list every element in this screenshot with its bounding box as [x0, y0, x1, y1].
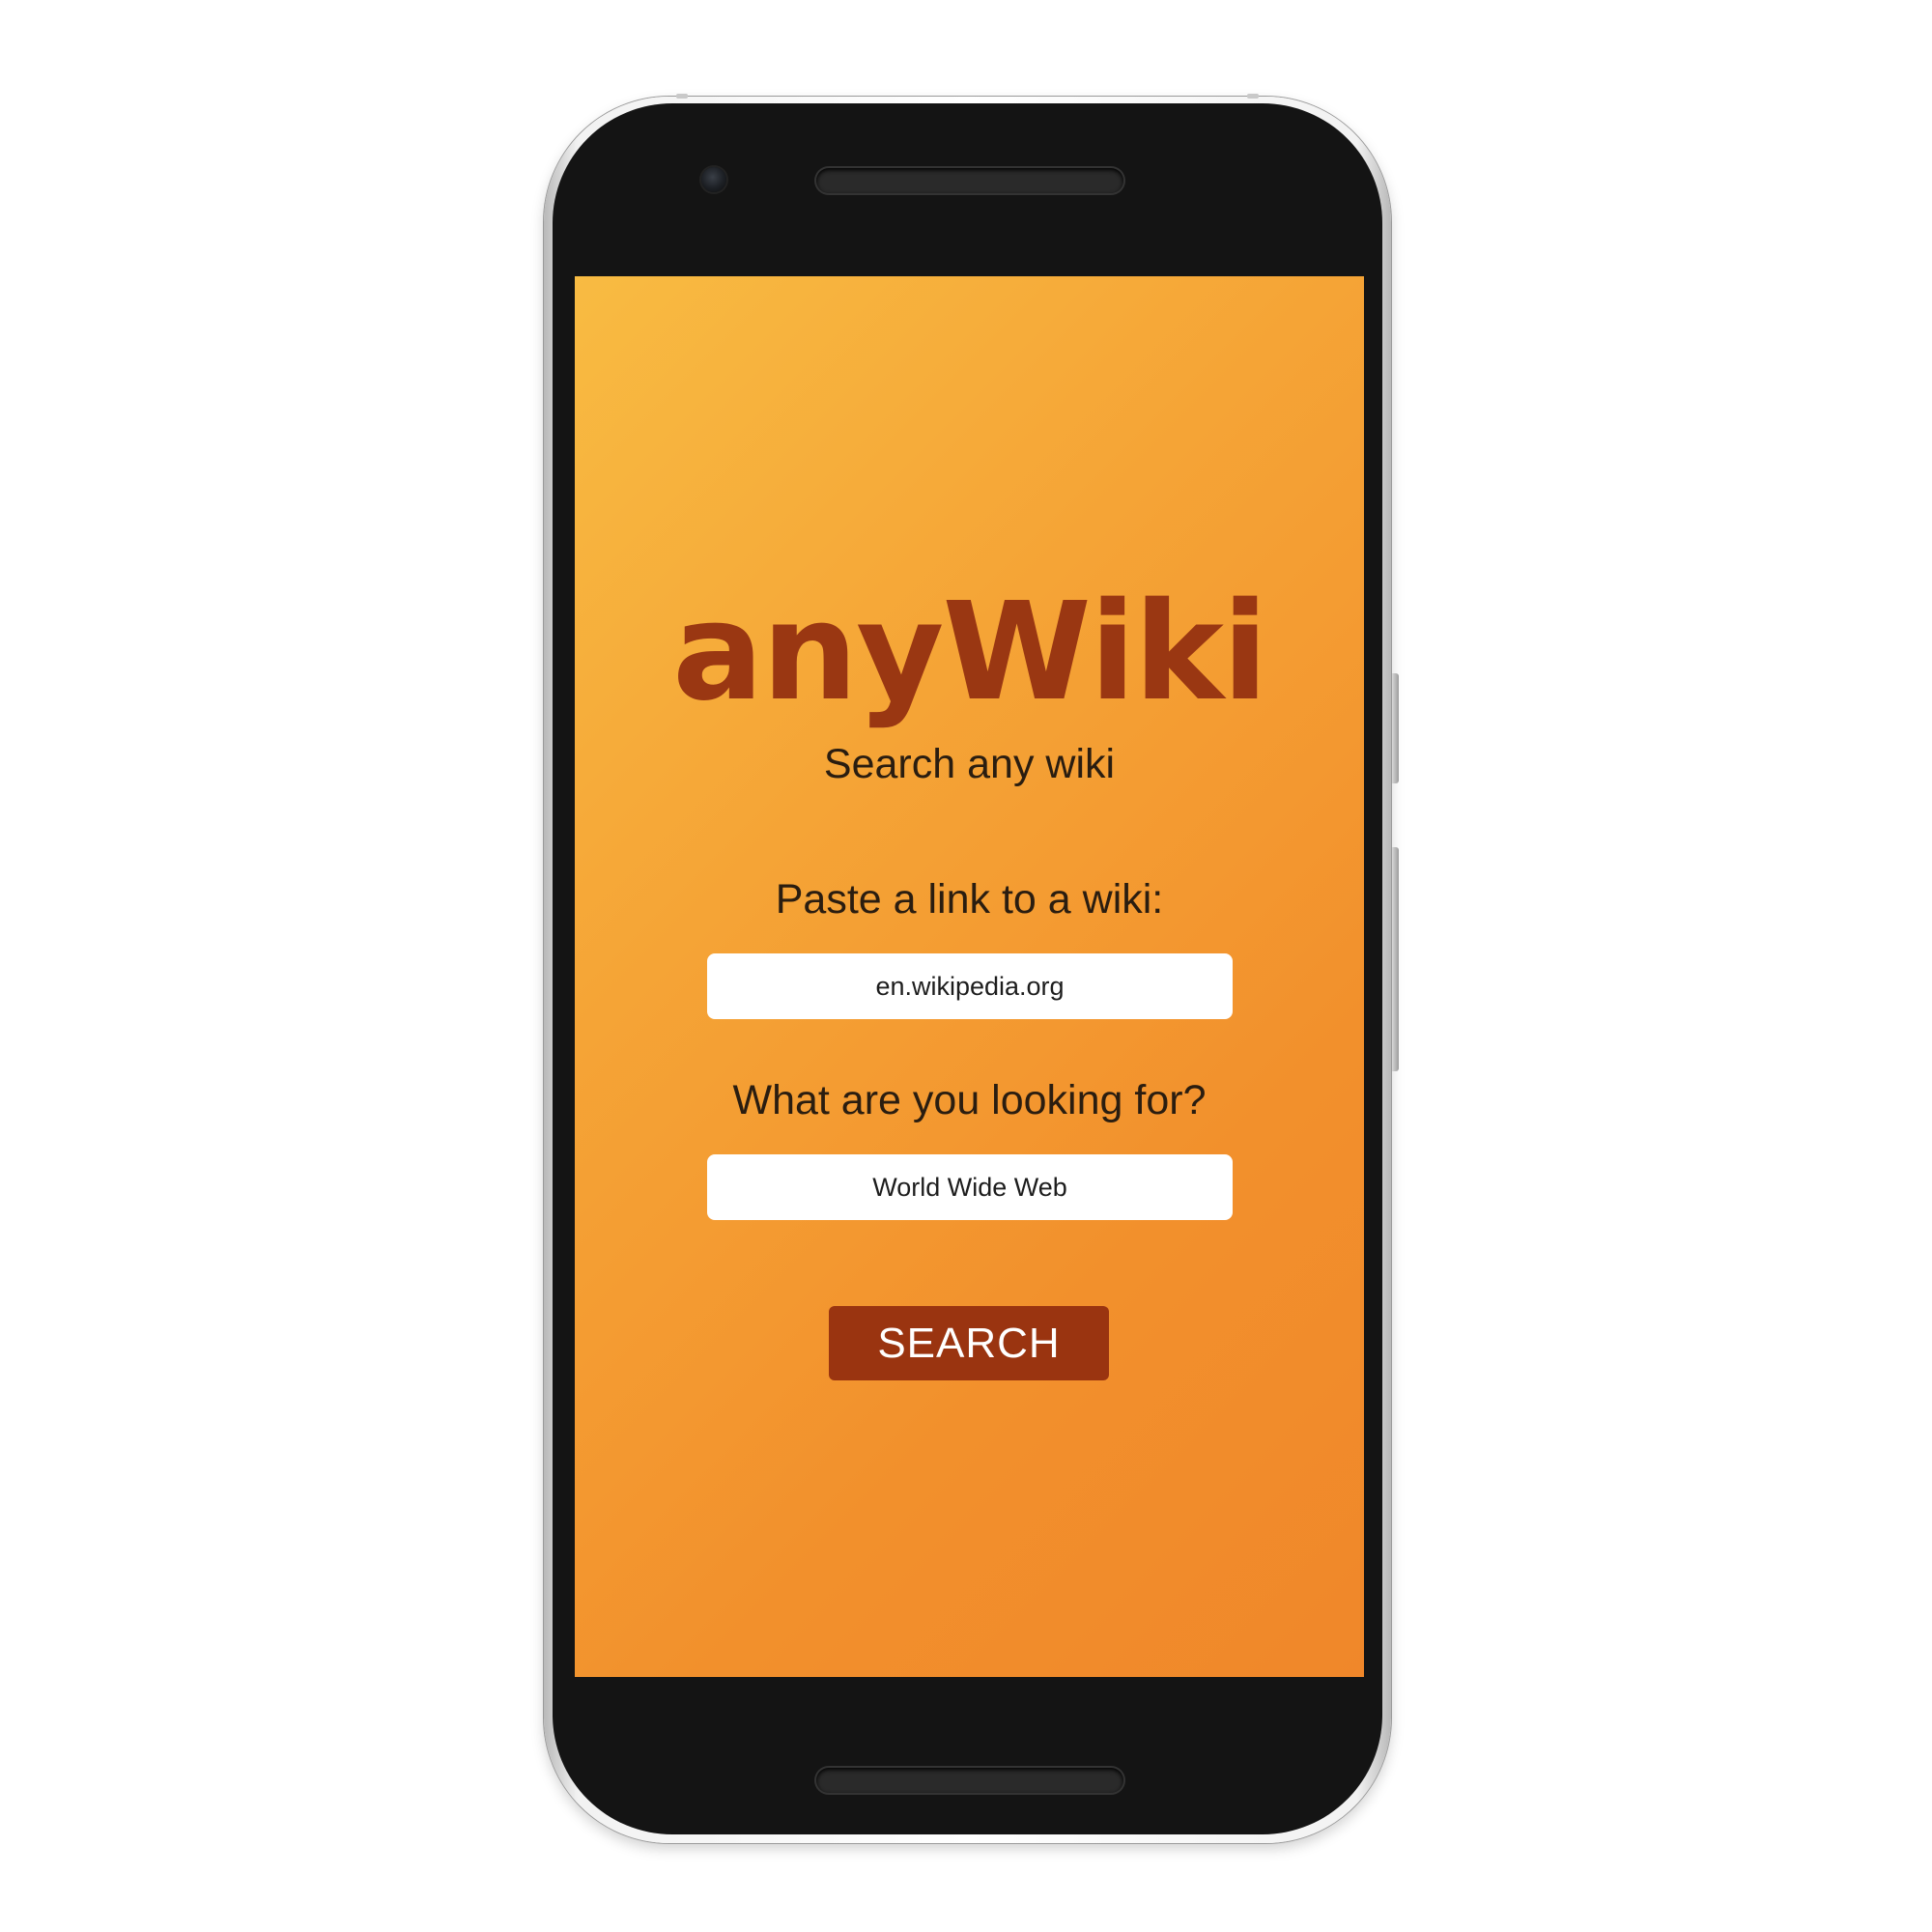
search-query-input[interactable] [707, 1154, 1233, 1220]
device-mockup: anyWiki Search any wiki Paste a link to … [0, 0, 1932, 1932]
app-subtitle: Search any wiki [823, 741, 1116, 787]
app-title: anyWiki [672, 574, 1268, 731]
wiki-link-label: Paste a link to a wiki: [775, 876, 1164, 923]
speaker-grille-icon [816, 168, 1123, 193]
app-screen: anyWiki Search any wiki Paste a link to … [575, 276, 1364, 1677]
search-button[interactable]: SEARCH [829, 1306, 1109, 1380]
wiki-link-input[interactable] [707, 953, 1233, 1019]
volume-button [1392, 847, 1399, 1071]
bottom-speaker-grille-icon [816, 1768, 1123, 1793]
phone-top-nub-right [1247, 94, 1259, 99]
power-button [1392, 673, 1399, 783]
search-query-label: What are you looking for? [732, 1077, 1207, 1123]
phone-top-nub-left [676, 94, 688, 99]
camera-icon [701, 167, 726, 192]
